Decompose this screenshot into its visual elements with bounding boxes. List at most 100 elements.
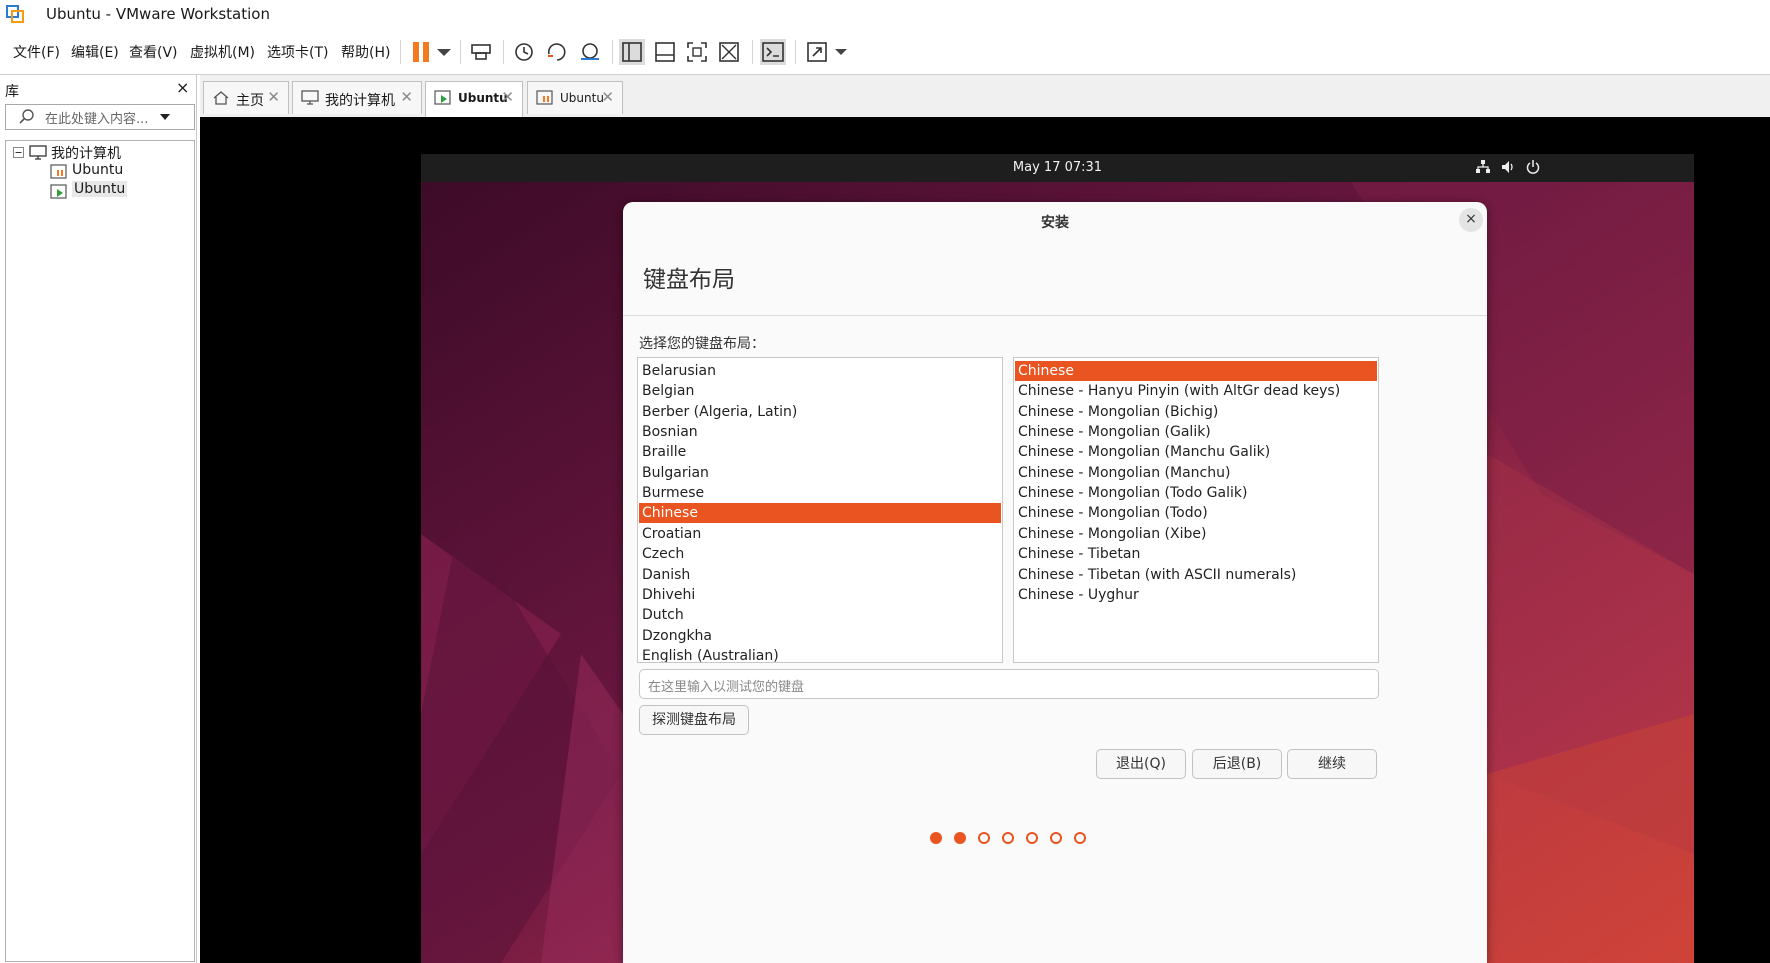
menu-help[interactable]: 帮助(H) bbox=[341, 42, 390, 62]
layout-list-item[interactable]: English (Australian) bbox=[639, 646, 1001, 662]
variant-list-item[interactable]: Chinese - Uyghur bbox=[1015, 585, 1377, 605]
step-dot bbox=[1050, 832, 1062, 844]
variant-list-item[interactable]: Chinese - Mongolian (Todo) bbox=[1015, 503, 1377, 523]
variant-list-item[interactable]: Chinese - Mongolian (Todo Galik) bbox=[1015, 483, 1377, 503]
variant-list-item[interactable]: Chinese - Mongolian (Manchu) bbox=[1015, 463, 1377, 483]
computer-icon bbox=[301, 90, 319, 105]
layout-list-item[interactable]: Belarusian bbox=[639, 361, 1001, 381]
unity-icon[interactable] bbox=[716, 39, 742, 65]
step-dot bbox=[1074, 832, 1086, 844]
vm-running-icon bbox=[434, 90, 451, 105]
library-title: 库 bbox=[5, 84, 19, 100]
layout-list-item[interactable]: Dutch bbox=[639, 605, 1001, 625]
variant-list-item[interactable]: Chinese - Mongolian (Galik) bbox=[1015, 422, 1377, 442]
search-dropdown-icon[interactable] bbox=[159, 112, 171, 122]
menu-vm[interactable]: 虚拟机(M) bbox=[190, 42, 255, 62]
keyboard-test-input[interactable]: 在这里输入以测试您的键盘 bbox=[639, 669, 1379, 699]
library-close-button[interactable]: × bbox=[176, 78, 189, 97]
revert-snapshot-icon[interactable] bbox=[544, 39, 570, 65]
variant-list-item[interactable]: Chinese - Mongolian (Manchu Galik) bbox=[1015, 442, 1377, 462]
keyboard-layout-list[interactable]: Belarusian Belgian Berber (Algeria, Latin)… bbox=[637, 357, 1003, 663]
variant-list-item[interactable]: Chinese - Tibetan (with ASCII numerals) bbox=[1015, 565, 1377, 585]
tree-vm-ubuntu-1[interactable]: Ubuntu bbox=[72, 162, 123, 178]
step-dot bbox=[978, 832, 990, 844]
tab-close-icon[interactable]: ✕ bbox=[400, 88, 413, 106]
layout-list-item[interactable]: Belgian bbox=[639, 381, 1001, 401]
tab-bar: 主页 ✕ 我的计算机 ✕ Ubuntu ✕ Ubuntu ✕ bbox=[200, 75, 1770, 118]
divider bbox=[623, 315, 1487, 316]
layout-list-item[interactable]: Burmese bbox=[639, 483, 1001, 503]
layout-list-item[interactable]: Berber (Algeria, Latin) bbox=[639, 402, 1001, 422]
vm-running-icon bbox=[50, 184, 67, 199]
layout-list-item[interactable]: Chinese bbox=[639, 503, 1001, 524]
console-icon[interactable] bbox=[760, 39, 786, 65]
library-panel: 库 × 在此处键入内容... 我的计算机 Ubuntu Ubuntu bbox=[0, 75, 197, 963]
variant-list-item[interactable]: Chinese bbox=[1015, 361, 1377, 381]
tab-my-computer[interactable]: 我的计算机 ✕ bbox=[292, 81, 422, 114]
vmware-app-icon bbox=[6, 5, 24, 23]
tab-ubuntu-active[interactable]: Ubuntu ✕ bbox=[425, 81, 523, 117]
volume-icon[interactable] bbox=[1500, 159, 1516, 175]
quit-button[interactable]: 退出(Q) bbox=[1096, 749, 1186, 779]
menu-view[interactable]: 查看(V) bbox=[129, 42, 178, 62]
layout-list-item[interactable]: Dzongkha bbox=[639, 626, 1001, 646]
layout-list-item[interactable]: Bulgarian bbox=[639, 463, 1001, 483]
dialog-close-button[interactable]: × bbox=[1459, 208, 1483, 232]
menu-file[interactable]: 文件(F) bbox=[13, 42, 60, 62]
layout-list-item[interactable]: Czech bbox=[639, 544, 1001, 564]
collapse-icon[interactable] bbox=[13, 147, 24, 158]
stretch-icon[interactable] bbox=[804, 39, 830, 65]
tree-vm-ubuntu-2[interactable]: Ubuntu bbox=[72, 181, 128, 197]
back-button[interactable]: 后退(B) bbox=[1192, 749, 1282, 779]
guest-desktop[interactable]: May 17 07:31 安装 × 键盘布局 选择您的键盘布局： Belarus… bbox=[421, 154, 1694, 963]
layout-list-item[interactable]: Braille bbox=[639, 442, 1001, 462]
tab-label: 主页 bbox=[236, 93, 264, 109]
dropdown-icon[interactable] bbox=[431, 39, 457, 65]
dialog-title: 安装 bbox=[1041, 215, 1069, 231]
step-dot bbox=[1002, 832, 1014, 844]
layout-prompt: 选择您的键盘布局： bbox=[639, 336, 765, 352]
computer-icon bbox=[29, 145, 47, 160]
tab-close-icon[interactable]: ✕ bbox=[267, 88, 280, 106]
keyboard-variant-list[interactable]: Chinese Chinese - Hanyu Pinyin (with AltG… bbox=[1013, 357, 1379, 663]
search-icon bbox=[19, 109, 34, 124]
variant-list-item[interactable]: Chinese - Tibetan bbox=[1015, 544, 1377, 564]
tab-label: Ubuntu bbox=[560, 91, 604, 105]
send-ctrl-alt-del-icon[interactable] bbox=[468, 39, 494, 65]
tree-root-my-computer[interactable]: 我的计算机 bbox=[51, 143, 121, 163]
tab-close-icon[interactable]: ✕ bbox=[601, 88, 614, 106]
menu-edit[interactable]: 编辑(E) bbox=[71, 42, 119, 62]
layout-list-item[interactable]: Croatian bbox=[639, 524, 1001, 544]
variant-list-item[interactable]: Chinese - Mongolian (Bichig) bbox=[1015, 402, 1377, 422]
snapshot-manager-icon[interactable] bbox=[577, 39, 603, 65]
step-dot bbox=[1026, 832, 1038, 844]
tab-close-icon[interactable]: ✕ bbox=[501, 88, 514, 106]
layout-list-item[interactable]: Bosnian bbox=[639, 422, 1001, 442]
variant-list-item[interactable]: Chinese - Mongolian (Xibe) bbox=[1015, 524, 1377, 544]
layout-list-item[interactable]: Danish bbox=[639, 565, 1001, 585]
fullscreen-icon[interactable] bbox=[684, 39, 710, 65]
library-search-input[interactable]: 在此处键入内容... bbox=[5, 104, 195, 130]
vm-console[interactable]: May 17 07:31 安装 × 键盘布局 选择您的键盘布局： Belarus… bbox=[200, 117, 1770, 963]
tab-home[interactable]: 主页 ✕ bbox=[203, 81, 289, 114]
power-icon[interactable] bbox=[1525, 159, 1541, 175]
network-icon[interactable] bbox=[1475, 159, 1491, 175]
menu-toolbar: 文件(F) 编辑(E) 查看(V) 虚拟机(M) 选项卡(T) 帮助(H) bbox=[0, 28, 1770, 75]
vm-icon bbox=[50, 164, 67, 179]
installer-dialog: 安装 × 键盘布局 选择您的键盘布局： Belarusian Belgian Ber… bbox=[623, 202, 1487, 963]
variant-list-item[interactable]: Chinese - Hanyu Pinyin (with AltGr dead … bbox=[1015, 381, 1377, 401]
library-view-icon[interactable] bbox=[619, 39, 645, 65]
tab-ubuntu[interactable]: Ubuntu ✕ bbox=[527, 81, 623, 114]
layout-list-item[interactable]: Dhivehi bbox=[639, 585, 1001, 605]
library-tree: 我的计算机 Ubuntu Ubuntu bbox=[5, 140, 195, 962]
thumbnail-view-icon[interactable] bbox=[652, 39, 678, 65]
detect-layout-button[interactable]: 探测键盘布局 bbox=[639, 705, 749, 735]
snapshot-icon[interactable] bbox=[511, 39, 537, 65]
step-dot bbox=[954, 832, 966, 844]
window-titlebar: Ubuntu - VMware Workstation bbox=[0, 0, 1770, 28]
menu-tabs[interactable]: 选项卡(T) bbox=[267, 42, 328, 62]
continue-button[interactable]: 继续 bbox=[1287, 749, 1377, 779]
dropdown-icon[interactable] bbox=[828, 39, 854, 65]
tab-label: Ubuntu bbox=[458, 91, 508, 105]
library-search-placeholder: 在此处键入内容... bbox=[45, 112, 149, 127]
